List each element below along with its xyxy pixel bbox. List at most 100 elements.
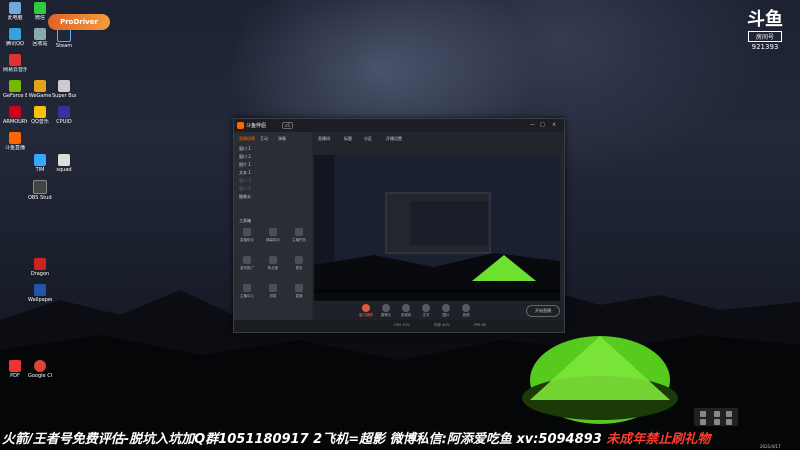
fanclub-icon: [269, 256, 277, 264]
app-logo-icon: [237, 122, 244, 129]
desktop-icon-armoury[interactable]: ARMOURY CRATE: [3, 106, 27, 125]
text-icon: [422, 304, 430, 312]
camera-button[interactable]: 摄像头: [378, 304, 394, 318]
qq-icon: [9, 28, 21, 40]
desktop-icon-netease[interactable]: 网易云音乐: [3, 54, 27, 73]
assistant-icon: [243, 228, 251, 236]
stream-preview[interactable]: [314, 155, 560, 301]
taskbar-clock: 2021/4/17: [760, 444, 781, 449]
category-link[interactable]: 分区: [364, 136, 372, 142]
tool-queue[interactable]: 排麦: [264, 284, 282, 299]
scene-item[interactable]: 文本 1: [239, 170, 299, 177]
desktop-icon-wegame[interactable]: WeGame: [28, 80, 52, 99]
memory-status: 内存 40%: [434, 323, 450, 327]
wallpaper-icon: [34, 284, 46, 296]
desktop-icon-douyu[interactable]: 斗鱼直播: [3, 132, 27, 151]
tray-icon[interactable]: [714, 419, 720, 425]
scene-item[interactable]: 窗口 4: [239, 186, 299, 193]
desktop-icon-wallpaper[interactable]: Wallpaper Engine: [28, 284, 52, 303]
geforce-icon: [9, 80, 21, 92]
tool-live[interactable]: 直播: [290, 284, 308, 299]
audio-button[interactable]: 音频: [458, 304, 474, 318]
dragon-icon: [34, 258, 46, 270]
room-number: 921393: [751, 43, 779, 51]
tool-danmaku[interactable]: 弹幕助手: [264, 228, 282, 243]
desktop-icon-cpuid[interactable]: CPUID: [52, 106, 76, 125]
app-title: 斗鱼伴侣: [246, 123, 267, 129]
ticker-warning: 未成年禁止刷礼物: [606, 432, 711, 447]
scene-sidebar: 直播场景 互动 弹幕 窗口 1 窗口 2 图片 1 文本 1 窗口 3 窗口 4…: [234, 132, 312, 332]
live-icon: [295, 284, 303, 292]
start-live-button[interactable]: 开始直播: [526, 305, 560, 317]
qqmusic-icon: [34, 106, 46, 118]
tray-icon[interactable]: [714, 411, 720, 417]
desktop-icon-pc[interactable]: 此电脑: [3, 2, 27, 21]
tool-promo[interactable]: 游戏推广: [238, 256, 256, 271]
minimize-button[interactable]: —: [530, 122, 535, 128]
audio-icon: [462, 304, 470, 312]
fps-status: FPS 60: [474, 323, 486, 327]
pdf-icon: [9, 360, 21, 372]
scene-item[interactable]: 图片 1: [239, 162, 299, 169]
system-tray-popup[interactable]: [694, 408, 738, 426]
desktop-icon-obs[interactable]: OBS Studio: [28, 180, 52, 201]
settings-link[interactable]: 开播设置: [386, 136, 402, 142]
toolbox-title: 工具箱: [239, 218, 251, 223]
scene-item[interactable]: 窗口 1: [239, 146, 299, 153]
game-icon: [58, 80, 70, 92]
tool-more[interactable]: 更多: [290, 256, 308, 271]
window-capture-button[interactable]: 窗口捕获: [358, 304, 374, 318]
tab-scenes[interactable]: 直播场景: [239, 136, 255, 142]
maximize-button[interactable]: □: [540, 122, 545, 128]
tool-center[interactable]: 主播中心: [238, 284, 256, 299]
app-titlebar[interactable]: 斗鱼伴侣 v5 — □ ×: [234, 119, 564, 132]
title-link[interactable]: 标题: [344, 136, 352, 142]
room-tag: 房间号: [748, 31, 782, 42]
desktop-icon-steam[interactable]: Steam: [52, 28, 76, 49]
scene-item[interactable]: 窗口 3: [239, 178, 299, 185]
desktop-icon-qqmusic[interactable]: QQ音乐: [28, 106, 52, 125]
camera-icon: [382, 304, 390, 312]
cpuid-icon: [58, 106, 70, 118]
desktop-icon-dragon[interactable]: Dragon: [28, 258, 52, 277]
close-button[interactable]: ×: [552, 122, 556, 128]
desktop-icon-area: 此电脑 微信 腾讯QQ 回收站 Steam 网易云音乐 GeForce Expe…: [0, 0, 80, 450]
tim-icon: [34, 154, 46, 166]
wechat-icon: [34, 2, 46, 14]
text-button[interactable]: 文字: [418, 304, 434, 318]
image-button[interactable]: 图片: [438, 304, 454, 318]
obs-icon: [33, 180, 47, 194]
chrome-icon: [34, 360, 46, 372]
preview-header: 直播间 标题 分区 开播设置: [314, 132, 564, 154]
tab-interact[interactable]: 互动: [260, 136, 268, 142]
image-icon: [442, 304, 450, 312]
desktop-icon-chrome[interactable]: Google Chrome: [28, 360, 52, 379]
desktop-icon-recycle[interactable]: 回收站: [28, 28, 52, 47]
streaming-app-window[interactable]: 斗鱼伴侣 v5 — □ × 直播场景 互动 弹幕 窗口 1 窗口 2 图片 1 …: [233, 118, 565, 333]
desktop-icon-squad[interactable]: squad: [52, 154, 76, 173]
desktop-icon-tim[interactable]: TIM: [28, 154, 52, 173]
media-button[interactable]: 多媒体: [398, 304, 414, 318]
douyu-room-badge: 斗鱼 房间号 921393: [742, 9, 788, 52]
tray-icon[interactable]: [700, 419, 706, 425]
desktop-icon-geforce[interactable]: GeForce Experience: [3, 80, 27, 99]
tool-live-assistant[interactable]: 直播助手: [238, 228, 256, 243]
room-link[interactable]: 直播间: [318, 136, 330, 142]
desktop-icon-pdf[interactable]: PDF: [3, 360, 27, 379]
scene-item[interactable]: 窗口 2: [239, 154, 299, 161]
cpu-status: CPU 12%: [394, 323, 411, 327]
desktop-icon-superbunny[interactable]: Super Bunny Man: [52, 80, 76, 99]
tool-fanclub[interactable]: 粉丝团: [264, 256, 282, 271]
danmaku-icon: [269, 228, 277, 236]
tray-icon[interactable]: [726, 419, 732, 425]
tray-icon[interactable]: [726, 411, 732, 417]
window-capture-icon: [362, 304, 370, 312]
desktop-icon-qq[interactable]: 腾讯QQ: [3, 28, 27, 47]
scene-item[interactable]: 摄像头: [239, 194, 299, 201]
more-icon: [295, 256, 303, 264]
tool-tasks[interactable]: 主播任务: [290, 228, 308, 243]
douyu-logo: 斗鱼: [747, 9, 783, 30]
tray-icon[interactable]: [700, 411, 706, 417]
tab-danmaku[interactable]: 弹幕: [278, 136, 286, 142]
ticker-info: 火箭/王者号免费评估-脱坑入坑加Q群1051180917 2飞机=超影 微博私信…: [2, 432, 607, 447]
